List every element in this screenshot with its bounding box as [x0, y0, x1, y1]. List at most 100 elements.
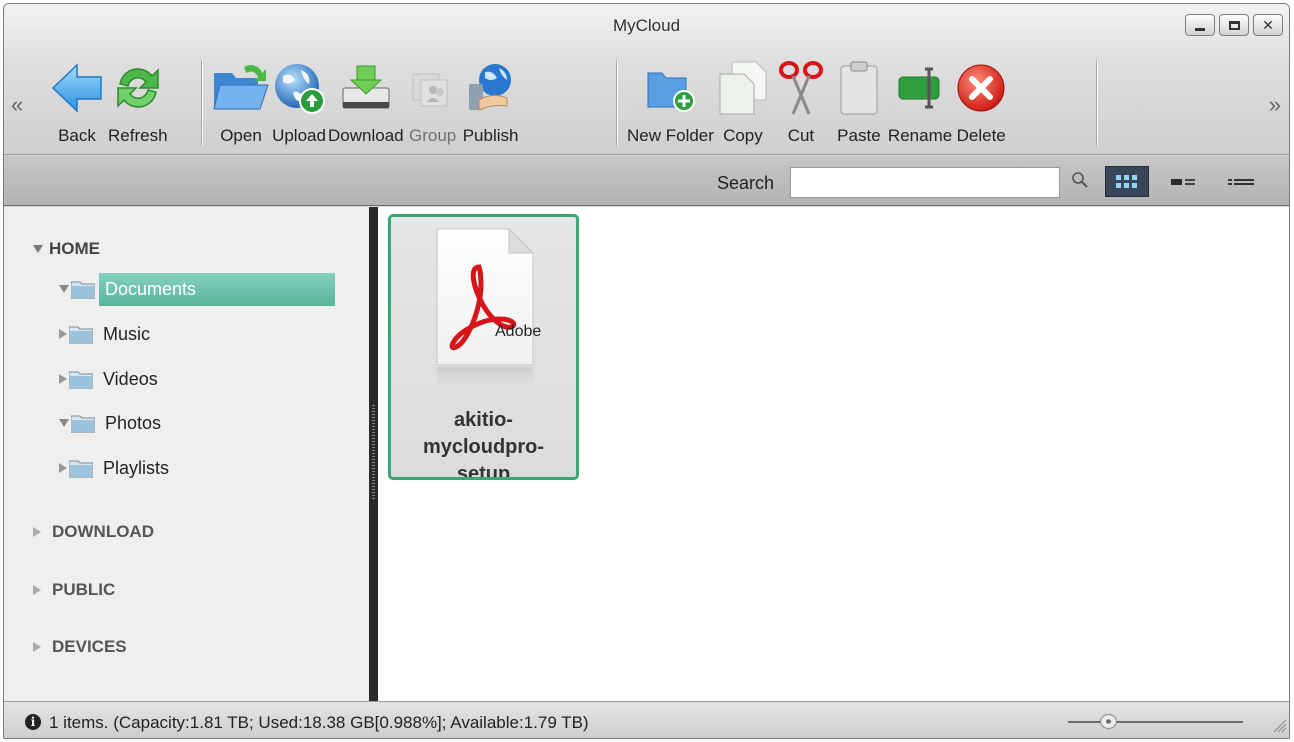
cut-label: Cut [787, 126, 815, 145]
folder-tree: HOME Documents Music Videos Photos Playl… [4, 207, 369, 701]
search-input[interactable] [790, 167, 1060, 198]
delete-icon [952, 56, 1010, 120]
copy-button[interactable]: Copy [714, 50, 772, 150]
back-label: Back [58, 126, 96, 145]
window-controls: ✕ [1185, 14, 1283, 36]
tree-root-download[interactable]: DOWNLOAD [33, 522, 154, 542]
minimize-button[interactable] [1185, 14, 1215, 36]
open-button[interactable]: Open [212, 50, 270, 150]
tree-root-home[interactable]: HOME [33, 239, 100, 259]
tree-item-documents[interactable]: Documents [59, 272, 335, 306]
toolbar-group-navigation: Back Refresh [48, 50, 168, 150]
collapsed-arrow-icon[interactable] [59, 463, 67, 473]
collapsed-arrow-icon[interactable] [33, 585, 41, 595]
list-view-icon [1228, 178, 1254, 185]
zoom-slider-thumb[interactable] [1099, 714, 1117, 729]
refresh-icon [109, 56, 167, 120]
cut-button[interactable]: Cut [772, 50, 830, 150]
mycloud-window: MyCloud ✕ « » Back Refresh Open Upload D… [3, 3, 1290, 739]
scissors-icon [772, 56, 830, 120]
expanded-arrow-icon[interactable] [59, 285, 69, 293]
open-folder-icon [212, 56, 270, 120]
folder-icon [68, 325, 94, 344]
upload-button[interactable]: Upload [270, 50, 328, 150]
maximize-icon [1228, 20, 1240, 30]
group-button[interactable]: Group [404, 50, 462, 150]
file-name-line: mycloudpro- [422, 436, 545, 458]
back-button[interactable]: Back [48, 50, 106, 150]
delete-button[interactable]: Delete [952, 50, 1010, 150]
upload-globe-icon [270, 56, 328, 120]
expanded-arrow-icon[interactable] [33, 245, 43, 253]
pdf-file-icon [429, 227, 539, 400]
delete-label: Delete [956, 126, 1006, 145]
folder-icon [70, 280, 96, 299]
zoom-slider-track[interactable] [1068, 721, 1243, 723]
list-view-button[interactable] [1220, 166, 1264, 197]
toolbar-scroll-left[interactable]: « [11, 92, 23, 118]
grid-view-icon [1116, 174, 1137, 188]
search-icon[interactable] [1071, 171, 1089, 194]
download-label: Download [328, 126, 404, 145]
tree-item-label: Videos [103, 368, 158, 389]
expanded-arrow-icon[interactable] [59, 419, 69, 427]
status-bar: i 1 items. (Capacity:1.81 TB; Used:18.38… [4, 701, 1289, 738]
detail-view-button[interactable] [1162, 166, 1206, 197]
toolbar-scroll-right[interactable]: » [1269, 92, 1281, 118]
tree-root-public[interactable]: PUBLIC [33, 580, 115, 600]
splitter-grip[interactable] [372, 405, 375, 500]
open-label: Open [220, 126, 262, 145]
file-type-label: Adobe [495, 323, 542, 340]
tree-root-devices[interactable]: DEVICES [33, 637, 127, 657]
collapsed-arrow-icon[interactable] [33, 527, 41, 537]
search-bar: Search [4, 156, 1289, 206]
detail-view-icon [1171, 178, 1195, 185]
resize-grip-icon[interactable] [1273, 719, 1287, 738]
copy-label: Copy [723, 126, 763, 145]
tree-item-videos[interactable]: Videos [59, 362, 164, 396]
publish-button[interactable]: Publish [462, 50, 520, 150]
tree-item-playlists[interactable]: Playlists [59, 451, 175, 485]
folder-icon [68, 459, 94, 478]
tree-item-photos[interactable]: Photos [59, 406, 167, 440]
tree-root-label: PUBLIC [52, 580, 116, 599]
group-icon [404, 56, 462, 120]
toolbar-group-edit: New Folder Copy Cut Paste Rename Delete [627, 50, 1010, 150]
file-item[interactable]: Adobe akitio- mycloudpro- setup [388, 214, 579, 480]
rename-label: Rename [887, 126, 953, 145]
paste-label: Paste [837, 126, 881, 145]
toolbar-separator [616, 60, 618, 146]
group-label: Group [408, 126, 457, 145]
search-label: Search [717, 173, 775, 193]
pane-splitter[interactable] [369, 207, 378, 701]
refresh-button[interactable]: Refresh [108, 50, 168, 150]
folder-icon [68, 370, 94, 389]
tree-root-label: DEVICES [52, 637, 127, 656]
rename-button[interactable]: Rename [888, 50, 952, 150]
collapsed-arrow-icon[interactable] [33, 642, 41, 652]
tree-item-music[interactable]: Music [59, 317, 156, 351]
collapsed-arrow-icon[interactable] [59, 329, 67, 339]
close-button[interactable]: ✕ [1253, 14, 1283, 36]
toolbar-group-file: Open Upload Download Group Publish [212, 50, 520, 150]
rename-icon [891, 56, 949, 120]
tree-root-label: DOWNLOAD [52, 522, 154, 541]
tree-root-label: HOME [49, 239, 100, 258]
download-icon [337, 56, 395, 120]
file-name-line: akitio- [454, 409, 513, 431]
maximize-button[interactable] [1219, 14, 1249, 36]
new-folder-button[interactable]: New Folder [627, 50, 714, 150]
paste-button[interactable]: Paste [830, 50, 888, 150]
file-view: Adobe akitio- mycloudpro- setup [378, 207, 1289, 701]
refresh-label: Refresh [108, 126, 168, 145]
file-name[interactable]: akitio- mycloudpro- setup [391, 407, 576, 480]
folder-icon [70, 414, 96, 433]
grid-view-button[interactable] [1105, 166, 1149, 197]
collapsed-arrow-icon[interactable] [59, 374, 67, 384]
status-text: 1 items. (Capacity:1.81 TB; Used:18.38 G… [49, 713, 589, 732]
file-name-line: setup [456, 463, 511, 480]
download-button[interactable]: Download [328, 50, 404, 150]
window-title: MyCloud [612, 16, 681, 35]
tree-item-label: Documents [99, 272, 335, 306]
tree-item-label: Photos [105, 412, 162, 433]
